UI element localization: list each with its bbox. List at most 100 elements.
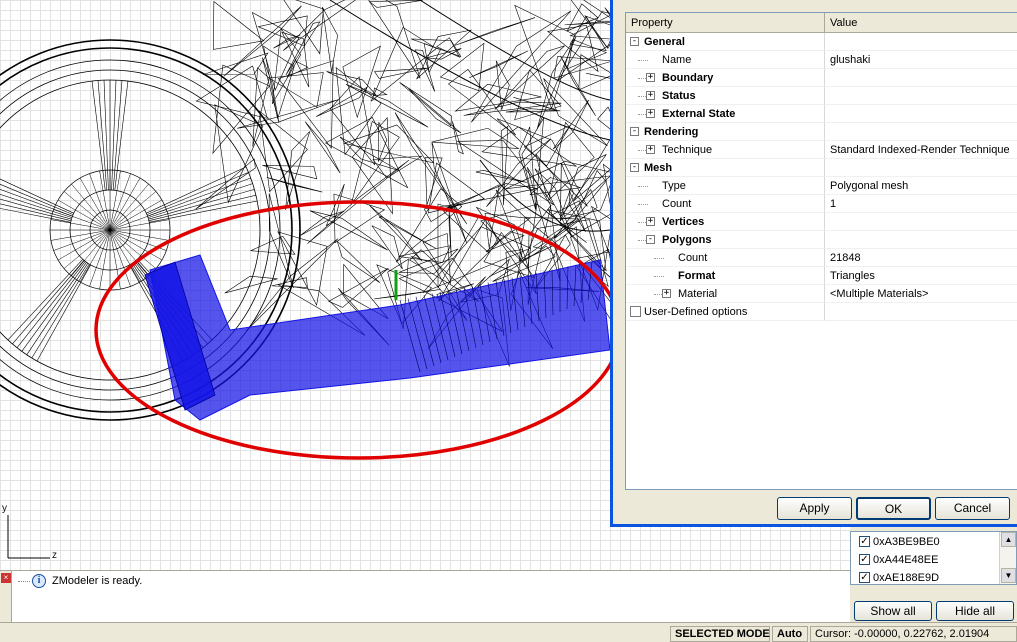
property-value[interactable] bbox=[825, 303, 1017, 321]
wire-triangle bbox=[322, 6, 338, 73]
property-label: Name bbox=[662, 54, 692, 66]
collapse-icon[interactable]: - bbox=[630, 163, 639, 172]
user-options-checkbox[interactable] bbox=[630, 306, 641, 317]
wire-triangle bbox=[368, 0, 421, 79]
property-row[interactable]: + Technique Standard Indexed-Render Techni… bbox=[626, 141, 1017, 159]
item-checkbox[interactable]: ✓ bbox=[859, 536, 870, 547]
property-row[interactable]: + Material <Multiple Materials> bbox=[626, 285, 1017, 303]
item-checkbox[interactable]: ✓ bbox=[859, 554, 870, 565]
list-item[interactable]: ✓ 0xA3BE9BE0 bbox=[859, 533, 940, 551]
hide-all-button[interactable]: Hide all bbox=[936, 601, 1014, 621]
property-value[interactable] bbox=[825, 87, 1017, 105]
expand-icon[interactable]: + bbox=[662, 289, 671, 298]
collapse-icon[interactable]: - bbox=[630, 127, 639, 136]
wheel-spoke bbox=[21, 262, 87, 352]
expand-icon[interactable]: + bbox=[646, 109, 655, 118]
wheel-spoke bbox=[147, 177, 251, 217]
expand-icon[interactable]: + bbox=[646, 217, 655, 226]
property-value[interactable] bbox=[825, 213, 1017, 231]
tree-connector bbox=[638, 60, 648, 61]
property-cell: - General bbox=[626, 33, 825, 51]
property-value[interactable]: 1 bbox=[825, 195, 1017, 213]
wire-triangle bbox=[351, 117, 393, 215]
property-row[interactable]: + External State bbox=[626, 105, 1017, 123]
property-column-header[interactable]: Property bbox=[626, 13, 825, 32]
wire-triangle bbox=[304, 121, 341, 174]
property-row[interactable]: Type Polygonal mesh bbox=[626, 177, 1017, 195]
collapse-icon[interactable]: - bbox=[630, 37, 639, 46]
property-value[interactable]: Polygonal mesh bbox=[825, 177, 1017, 195]
tree-connector bbox=[638, 186, 648, 187]
property-value[interactable]: glushaki bbox=[825, 51, 1017, 69]
property-row[interactable]: - Polygons bbox=[626, 231, 1017, 249]
ok-button[interactable]: OK bbox=[856, 497, 931, 520]
wire-triangle bbox=[309, 210, 388, 251]
property-row[interactable]: + Vertices bbox=[626, 213, 1017, 231]
wire-triangle bbox=[328, 268, 389, 308]
scroll-down-icon[interactable]: ▼ bbox=[1001, 568, 1016, 583]
property-row[interactable]: Count 1 bbox=[626, 195, 1017, 213]
property-value[interactable]: 21848 bbox=[825, 249, 1017, 267]
wheel-spoke bbox=[36, 264, 91, 362]
property-cell: Count bbox=[626, 195, 825, 213]
property-value[interactable] bbox=[825, 123, 1017, 141]
cancel-button[interactable]: Cancel bbox=[935, 497, 1010, 520]
wheel-spoke bbox=[147, 183, 253, 218]
property-cell: + Vertices bbox=[626, 213, 825, 231]
item-checkbox[interactable]: ✓ bbox=[859, 572, 870, 583]
property-value[interactable] bbox=[825, 159, 1017, 177]
mode-indicator[interactable]: SELECTED MODE bbox=[670, 626, 770, 642]
wheel-spoke bbox=[111, 80, 117, 191]
item-label: 0xAE188E9D bbox=[873, 572, 940, 584]
wire-triangle bbox=[212, 64, 270, 155]
log-sidebar: × bbox=[0, 571, 12, 623]
wire-triangle bbox=[329, 76, 376, 166]
property-cell: Name bbox=[626, 51, 825, 69]
wire-triangle bbox=[325, 183, 345, 227]
expand-icon[interactable]: + bbox=[646, 91, 655, 100]
property-label: Count bbox=[678, 252, 708, 264]
property-label: Format bbox=[678, 270, 716, 282]
property-row[interactable]: + Status bbox=[626, 87, 1017, 105]
property-cell: - Mesh bbox=[626, 159, 825, 177]
close-icon[interactable]: × bbox=[1, 573, 11, 583]
property-value[interactable] bbox=[825, 105, 1017, 123]
apply-button[interactable]: Apply bbox=[777, 497, 852, 520]
property-row[interactable]: Format Triangles bbox=[626, 267, 1017, 285]
wire-triangle bbox=[399, 82, 452, 127]
list-scrollbar[interactable]: ▲ ▼ bbox=[999, 532, 1016, 584]
wire-triangle bbox=[431, 127, 520, 149]
value-column-header[interactable]: Value bbox=[825, 13, 1017, 32]
property-cell: + Material bbox=[626, 285, 825, 303]
property-row[interactable]: User-Defined options bbox=[626, 303, 1017, 321]
property-value[interactable] bbox=[825, 69, 1017, 87]
list-item[interactable]: ✓ 0xAE188E9D bbox=[859, 569, 940, 587]
property-value[interactable]: Standard Indexed-Render Technique bbox=[825, 141, 1017, 159]
scroll-up-icon[interactable]: ▲ bbox=[1001, 532, 1016, 547]
wire-triangle bbox=[285, 21, 321, 76]
wheel-spoke bbox=[91, 81, 106, 191]
property-row[interactable]: - Mesh bbox=[626, 159, 1017, 177]
property-row[interactable]: Name glushaki bbox=[626, 51, 1017, 69]
property-value[interactable]: <Multiple Materials> bbox=[825, 285, 1017, 303]
list-item[interactable]: ✓ 0xA44E48EE bbox=[859, 551, 938, 569]
wire-triangle bbox=[223, 5, 302, 77]
property-row[interactable]: - Rendering bbox=[626, 123, 1017, 141]
property-row[interactable]: - General bbox=[626, 33, 1017, 51]
tree-connector bbox=[638, 204, 648, 205]
show-all-button[interactable]: Show all bbox=[854, 601, 932, 621]
grid-header: Property Value bbox=[626, 13, 1017, 33]
wheel-spoke bbox=[97, 80, 108, 191]
collapse-icon[interactable]: - bbox=[646, 235, 655, 244]
property-cell: Count bbox=[626, 249, 825, 267]
property-value[interactable]: Triangles bbox=[825, 267, 1017, 285]
wheel-spoke bbox=[26, 263, 89, 355]
expand-icon[interactable]: + bbox=[646, 73, 655, 82]
expand-icon[interactable]: + bbox=[646, 145, 655, 154]
property-value[interactable] bbox=[825, 33, 1017, 51]
property-row[interactable]: + Boundary bbox=[626, 69, 1017, 87]
tree-connector bbox=[18, 581, 30, 582]
property-value[interactable] bbox=[825, 231, 1017, 249]
property-row[interactable]: Count 21848 bbox=[626, 249, 1017, 267]
auto-indicator[interactable]: Auto bbox=[772, 626, 808, 642]
